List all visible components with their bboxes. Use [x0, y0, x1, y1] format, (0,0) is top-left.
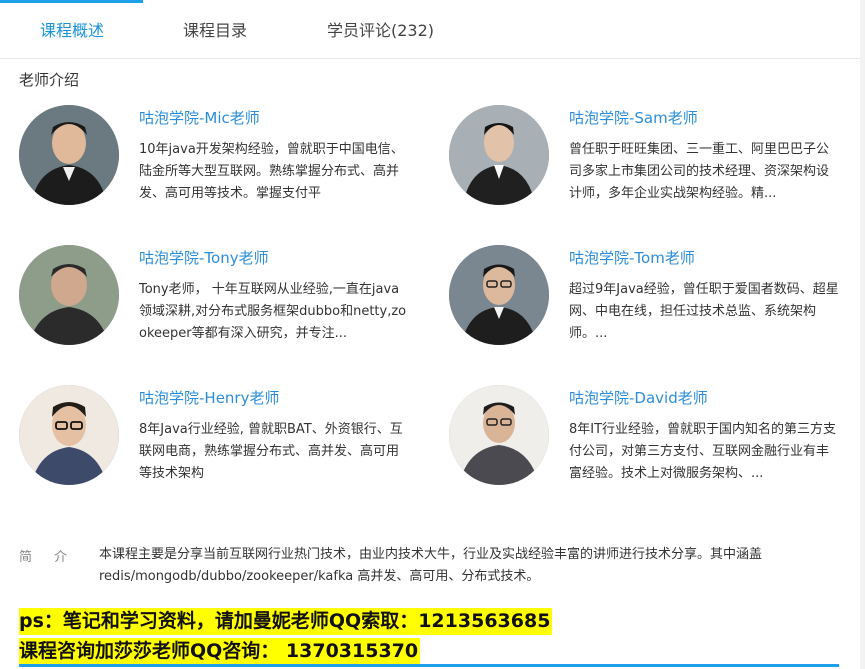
tab-overview[interactable]: 课程概述	[40, 17, 104, 41]
teacher-name[interactable]: 咕泡学院-David老师	[569, 387, 708, 408]
course-tabs: 课程概述 课程目录 学员评论(232)	[0, 0, 865, 59]
teacher-card-tony: 咕泡学院-Tony老师 Tony老师， 十年互联网从业经验,一直在java领域深…	[19, 245, 419, 355]
intro-label: 简介	[19, 550, 90, 565]
active-tab-indicator	[0, 0, 143, 3]
teacher-avatar[interactable]	[449, 105, 549, 205]
teacher-description: 8年IT行业经验，曾就职于国内知名的第三方支付公司，对第三方支付、互联网金融行业…	[569, 422, 837, 481]
section-title: 老师介绍	[19, 71, 80, 89]
scrollbar-track[interactable]	[860, 0, 865, 669]
teacher-name[interactable]: 咕泡学院-Mic老师	[139, 107, 260, 128]
teacher-avatar[interactable]	[19, 385, 119, 485]
teacher-card-sam: 咕泡学院-Sam老师 曾任职于旺旺集团、三一重工、阿里巴巴子公司多家上市集团公司…	[449, 105, 849, 215]
teacher-description: 曾任职于旺旺集团、三一重工、阿里巴巴子公司多家上市集团公司的技术经理、资深架构设…	[569, 142, 830, 201]
teacher-description: 超过9年Java经验，曾任职于爱国者数码、超星网、中电在线，担任过技术总监、系统…	[569, 282, 839, 341]
intro-text: 本课程主要是分享当前互联网行业热门技术，由业内技术大牛，行业及实战经验丰富的讲师…	[99, 547, 763, 584]
teacher-avatar[interactable]	[449, 245, 549, 345]
teacher-name[interactable]: 咕泡学院-Tony老师	[139, 247, 269, 268]
tab-reviews[interactable]: 学员评论(232)	[327, 17, 434, 41]
teacher-description: Tony老师， 十年互联网从业经验,一直在java领域深耕,对分布式服务框架du…	[139, 282, 407, 341]
teacher-avatar[interactable]	[449, 385, 549, 485]
tab-catalog[interactable]: 课程目录	[183, 17, 247, 41]
teacher-name[interactable]: 咕泡学院-Henry老师	[139, 387, 279, 408]
teacher-card-tom: 咕泡学院-Tom老师 超过9年Java经验，曾任职于爱国者数码、超星网、中电在线…	[449, 245, 849, 355]
teacher-avatar[interactable]	[19, 245, 119, 345]
teacher-name[interactable]: 咕泡学院-Sam老师	[569, 107, 698, 128]
highlight-notes-qq: ps：笔记和学习资料，请加曼妮老师QQ索取：1213563685	[19, 608, 553, 635]
teacher-card-mic: 咕泡学院-Mic老师 10年java开发架构经验，曾就职于中国电信、陆金所等大型…	[19, 105, 419, 215]
teacher-description: 10年java开发架构经验，曾就职于中国电信、陆金所等大型互联网。熟练掌握分布式…	[139, 142, 404, 201]
teacher-name[interactable]: 咕泡学院-Tom老师	[569, 247, 695, 268]
teacher-card-henry: 咕泡学院-Henry老师 8年Java行业经验, 曾就职BAT、外资银行、互联网…	[19, 385, 419, 495]
teacher-description: 8年Java行业经验, 曾就职BAT、外资银行、互联网电商，熟练掌握分布式、高并…	[139, 422, 403, 481]
highlight-consult-qq: 课程咨询加莎莎老师QQ咨询： 1370315370	[19, 638, 421, 665]
teacher-card-david: 咕泡学院-David老师 8年IT行业经验，曾就职于国内知名的第三方支付公司，对…	[449, 385, 849, 495]
teacher-avatar[interactable]	[19, 105, 119, 205]
bottom-divider	[19, 664, 839, 667]
